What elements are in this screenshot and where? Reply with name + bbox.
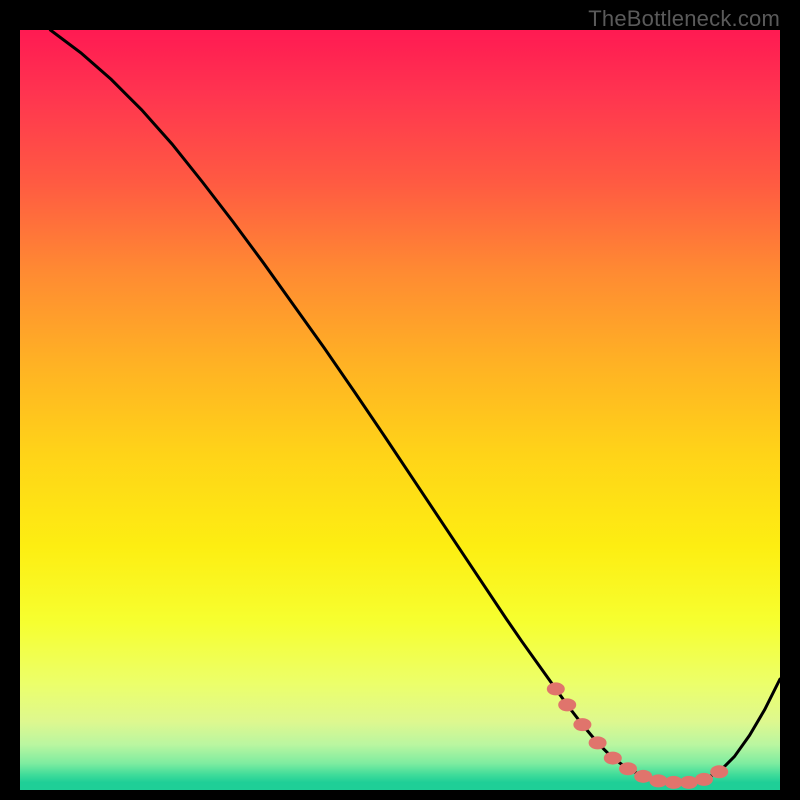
highlight-dot xyxy=(573,718,591,731)
highlight-dot xyxy=(619,762,637,775)
highlight-dot xyxy=(710,765,728,778)
highlight-dot xyxy=(695,773,713,786)
highlight-dot xyxy=(547,682,565,695)
highlight-dot xyxy=(649,774,667,787)
highlight-dots xyxy=(547,682,728,788)
highlight-dot xyxy=(680,776,698,789)
curve-layer xyxy=(20,30,780,790)
watermark-text: TheBottleneck.com xyxy=(588,6,780,32)
plot-area xyxy=(20,30,780,790)
highlight-dot xyxy=(589,736,607,749)
highlight-dot xyxy=(604,752,622,765)
highlight-dot xyxy=(558,698,576,711)
bottleneck-curve xyxy=(50,30,780,782)
chart-stage: TheBottleneck.com xyxy=(0,0,800,800)
